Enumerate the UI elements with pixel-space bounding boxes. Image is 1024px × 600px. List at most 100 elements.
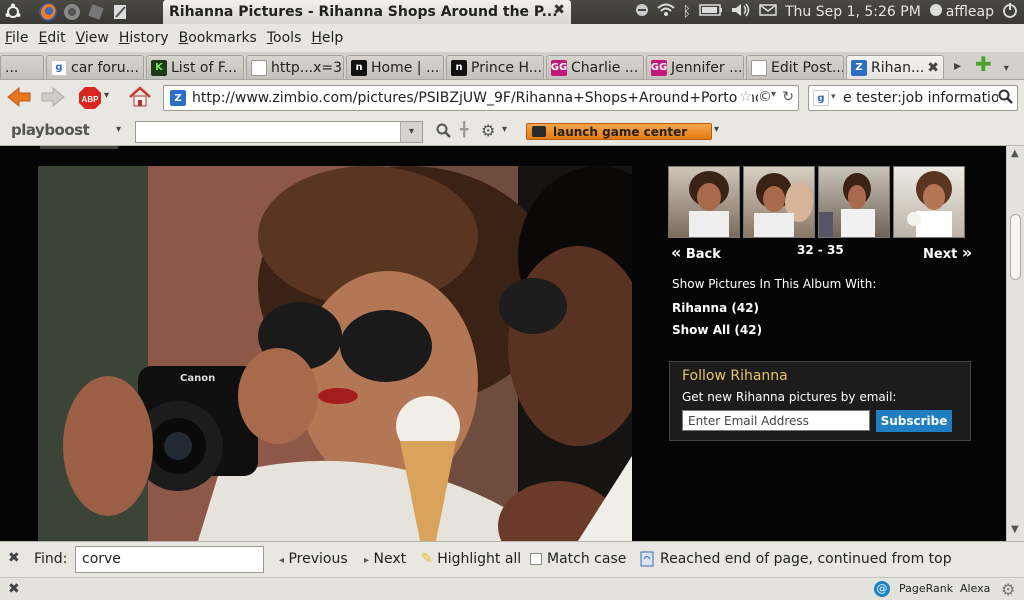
- mail-icon[interactable]: [759, 3, 777, 21]
- close-statusbar-icon[interactable]: ✖: [8, 581, 20, 597]
- close-tab-icon[interactable]: ✖: [927, 60, 939, 76]
- gear-icon[interactable]: ⚙: [481, 121, 495, 140]
- find-input[interactable]: corve: [75, 546, 264, 573]
- google-icon[interactable]: g: [813, 90, 829, 106]
- tab-9[interactable]: Z Rihan... ✖: [846, 55, 944, 79]
- photo-scene: [38, 166, 632, 541]
- reload-site-icon[interactable]: ©: [758, 89, 772, 105]
- thumbnail[interactable]: [818, 166, 890, 238]
- highlight-all-button[interactable]: ✎ Highlight all: [421, 551, 521, 567]
- menu-view[interactable]: View: [76, 30, 109, 46]
- find-previous-button[interactable]: ◂ Previous: [279, 551, 348, 567]
- playboost-logo[interactable]: playboost: [11, 121, 90, 139]
- pager-back-label: Back: [685, 247, 721, 262]
- scroll-up-icon[interactable]: ▲: [1011, 148, 1019, 159]
- find-input-value[interactable]: corve: [82, 551, 121, 567]
- tab-0-label: ...: [5, 59, 19, 76]
- game-center-dropdown-icon[interactable]: ▾: [714, 124, 719, 135]
- scroll-down-icon[interactable]: ▼: [1011, 524, 1019, 535]
- editor-launcher-icon[interactable]: [109, 1, 131, 23]
- album-link-rihanna[interactable]: Rihanna (42): [672, 301, 759, 315]
- tab-1[interactable]: g car foru...: [46, 55, 144, 79]
- new-tab-icon[interactable]: ✚: [975, 52, 992, 76]
- forward-arrow-icon[interactable]: [40, 86, 66, 112]
- find-next-button[interactable]: ▸ Next: [364, 551, 406, 567]
- wifi-icon[interactable]: [656, 3, 675, 21]
- zimbio-icon: Z: [170, 90, 186, 106]
- playboost-search-dropdown-icon[interactable]: ▾: [400, 122, 422, 142]
- album-heading: Show Pictures In This Album With:: [672, 277, 877, 291]
- tab-5-label: Prince H...: [471, 59, 543, 76]
- thumbnail[interactable]: [893, 166, 965, 238]
- playboost-dropdown-icon[interactable]: ▾: [116, 124, 121, 135]
- alexa-label[interactable]: Alexa: [960, 582, 990, 595]
- app-launcher-icon[interactable]: [61, 1, 83, 23]
- search-text[interactable]: e tester:job information: [843, 90, 1008, 106]
- firefox-launcher-icon[interactable]: [37, 1, 59, 23]
- url-text[interactable]: http://www.zimbio.com/pictures/PSIBZjUW_…: [192, 90, 764, 106]
- tab-4[interactable]: n Home | ...: [346, 55, 444, 79]
- menu-help[interactable]: Help: [311, 30, 343, 46]
- vertical-scrollbar[interactable]: ▲ ▼: [1006, 146, 1024, 541]
- thumbnail[interactable]: [743, 166, 815, 238]
- google-icon: g: [51, 59, 67, 76]
- username[interactable]: affleap: [946, 4, 994, 20]
- thumbnail[interactable]: [668, 166, 740, 238]
- tab-8[interactable]: Edit Post...: [746, 55, 844, 79]
- bookmark-star-icon[interactable]: ☆: [737, 89, 752, 105]
- find-label: Find:: [34, 551, 68, 567]
- adblock-dropdown-icon[interactable]: ▾: [104, 90, 109, 101]
- settings-launcher-icon[interactable]: [85, 1, 107, 23]
- follow-title: Follow Rihanna: [682, 368, 788, 384]
- tab-0[interactable]: ...: [0, 55, 44, 79]
- adblock-icon[interactable]: ABP: [78, 86, 102, 114]
- pager-next-link[interactable]: Next »: [923, 243, 972, 262]
- menu-bookmarks[interactable]: Bookmarks: [179, 30, 257, 46]
- launch-game-center-button[interactable]: launch game center: [526, 123, 712, 140]
- url-dropdown-icon[interactable]: ▾: [770, 89, 776, 100]
- tab-list-icon[interactable]: ▾: [1004, 63, 1009, 74]
- main-photo[interactable]: Canon: [38, 166, 632, 541]
- pagerank-label[interactable]: PageRank: [899, 582, 953, 595]
- tab-2[interactable]: K List of F...: [146, 55, 244, 79]
- close-icon[interactable]: ✖: [553, 2, 565, 18]
- home-icon[interactable]: [128, 85, 152, 113]
- reload-icon[interactable]: ↻: [782, 89, 794, 105]
- tab-3[interactable]: http...x=3: [246, 55, 344, 79]
- scrollbar-thumb[interactable]: [1010, 214, 1021, 280]
- search-bar[interactable]: g ▾ e tester:job information: [808, 85, 1018, 111]
- resize-grip-icon[interactable]: ⚙: [1001, 580, 1015, 599]
- launch-game-center-label: launch game center: [553, 124, 688, 139]
- back-arrow-icon[interactable]: [6, 86, 32, 112]
- ubuntu-logo-icon[interactable]: [2, 1, 24, 23]
- search-icon[interactable]: [436, 123, 452, 143]
- at-icon[interactable]: @: [874, 581, 890, 597]
- volume-icon[interactable]: [731, 3, 751, 21]
- menu-file[interactable]: File: [5, 30, 28, 46]
- search-icon[interactable]: [998, 89, 1014, 109]
- power-icon[interactable]: [635, 3, 649, 21]
- battery-icon[interactable]: [699, 3, 723, 21]
- close-find-icon[interactable]: ✖: [8, 550, 20, 566]
- tab-7[interactable]: GG Jennifer ...: [646, 55, 744, 79]
- subscribe-button[interactable]: Subscribe: [876, 410, 952, 432]
- pager-back-link[interactable]: « Back: [671, 243, 721, 262]
- shutdown-icon[interactable]: [1002, 2, 1018, 22]
- match-case-checkbox[interactable]: [530, 553, 542, 565]
- url-bar[interactable]: Z http://www.zimbio.com/pictures/PSIBZjU…: [163, 85, 799, 111]
- user-icon[interactable]: [929, 3, 943, 21]
- tab-scroll-right-icon[interactable]: ▸: [954, 58, 961, 74]
- menu-history[interactable]: History: [119, 30, 169, 46]
- playboost-search-input[interactable]: ▾: [135, 121, 423, 143]
- tab-6[interactable]: GG Charlie ...: [546, 55, 644, 79]
- menu-edit[interactable]: Edit: [38, 30, 65, 46]
- clock[interactable]: Thu Sep 1, 5:26 PM: [785, 4, 921, 20]
- search-engine-dropdown-icon[interactable]: ▾: [831, 92, 836, 102]
- match-case-label[interactable]: Match case: [547, 551, 626, 567]
- menu-tools[interactable]: Tools: [267, 30, 302, 46]
- tab-5[interactable]: n Prince H...: [446, 55, 544, 79]
- email-input[interactable]: Enter Email Address: [682, 410, 870, 431]
- bluetooth-icon[interactable]: ᛒ: [683, 4, 691, 20]
- album-link-show-all[interactable]: Show All (42): [672, 323, 762, 337]
- gear-dropdown-icon[interactable]: ▾: [502, 124, 507, 135]
